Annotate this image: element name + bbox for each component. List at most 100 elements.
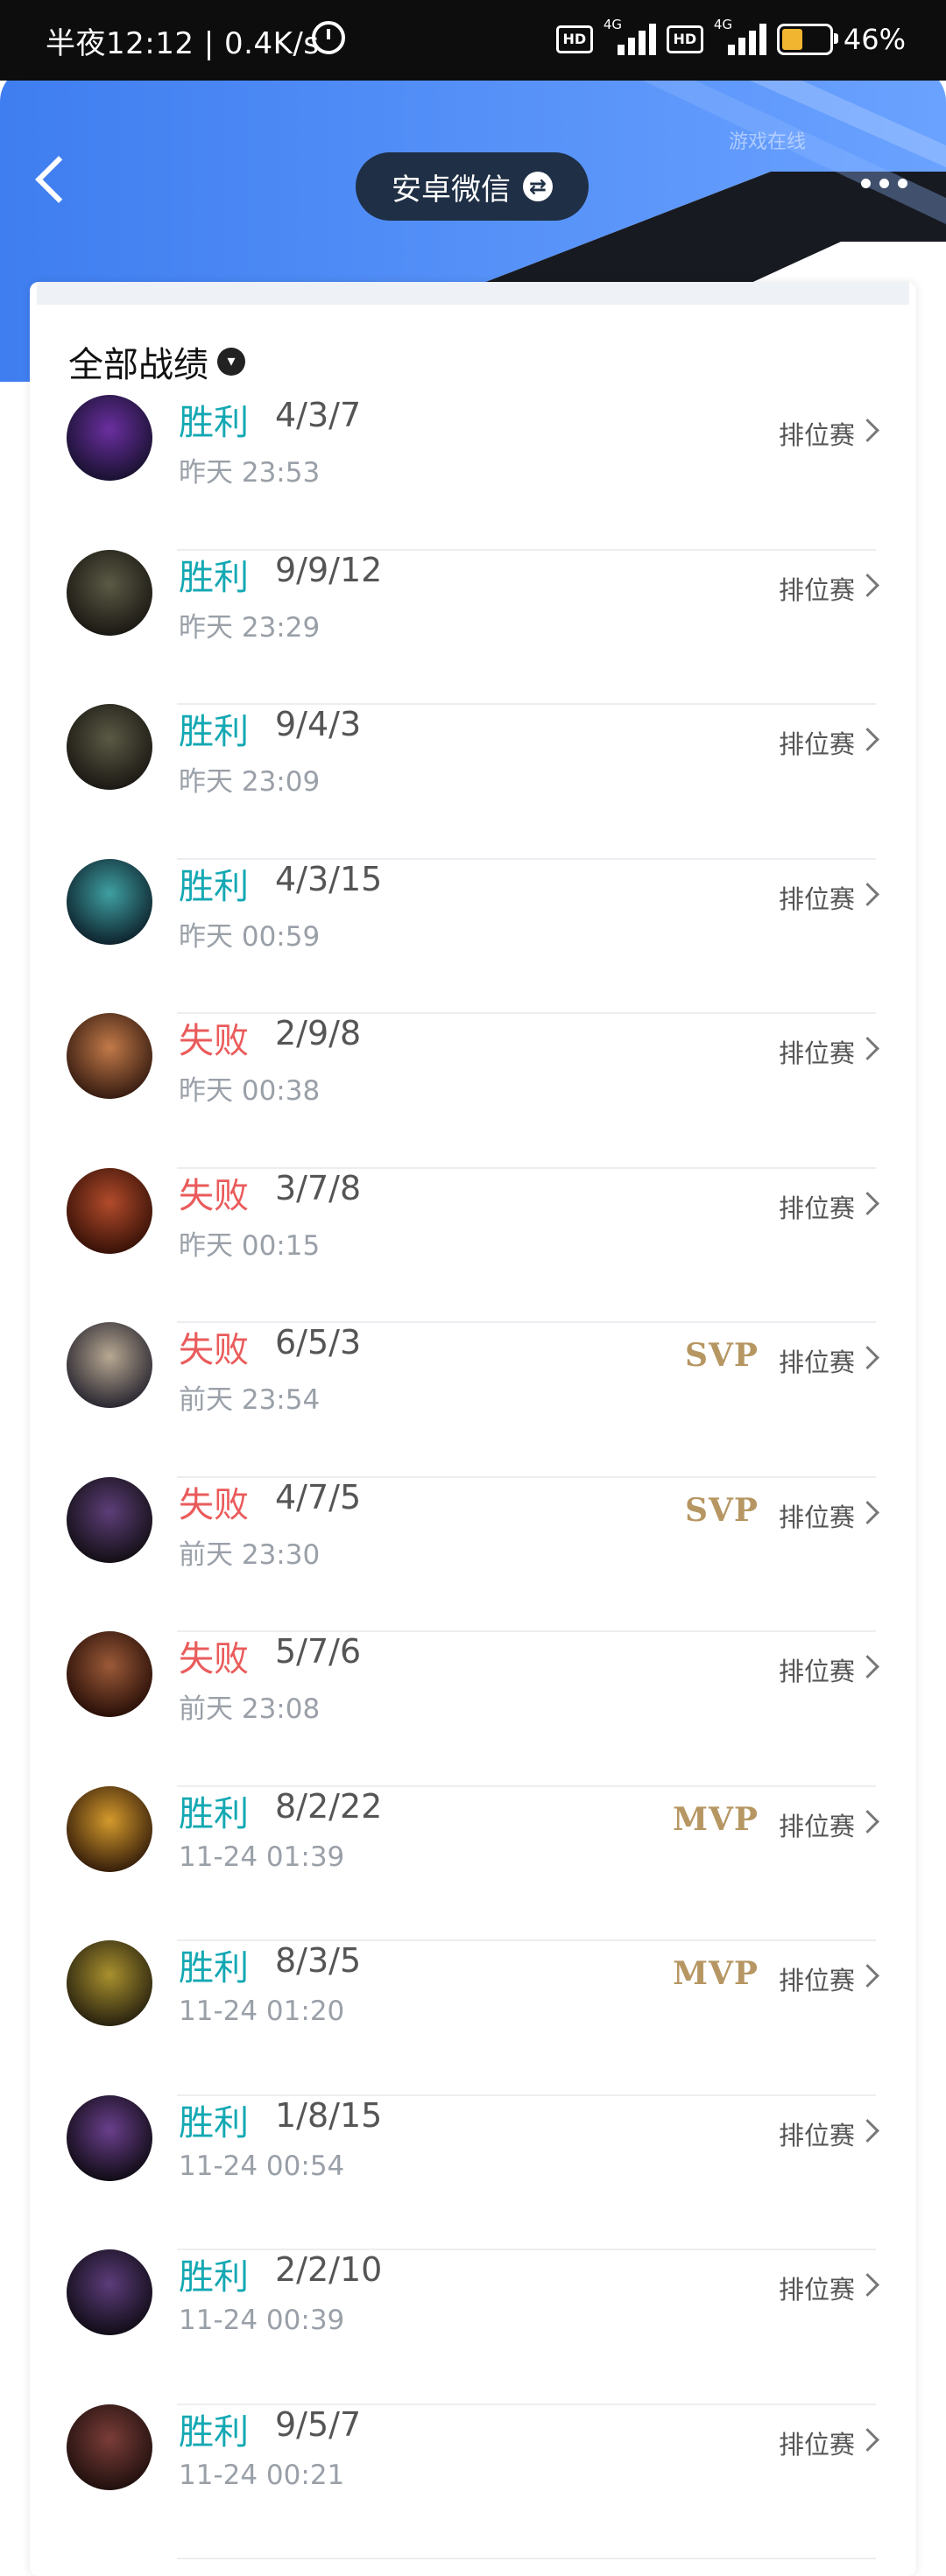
chevron-right-icon [856, 1191, 879, 1215]
match-time: 11-24 01:20 [179, 1995, 345, 2027]
match-result: 失败 [179, 1330, 249, 1370]
alarm-icon [312, 21, 345, 54]
match-row[interactable]: 胜利 9/9/12 昨天 23:29 排位赛 [30, 549, 916, 706]
account-label: 安卓微信 [392, 172, 511, 208]
hero-avatar [67, 1013, 152, 1099]
match-result: 胜利 [179, 712, 249, 752]
match-row[interactable]: 失败 5/7/6 前天 23:08 排位赛 [30, 1631, 916, 1787]
chevron-right-icon [856, 1346, 879, 1369]
match-result: 失败 [179, 1175, 249, 1216]
match-result: 胜利 [179, 557, 249, 598]
match-row[interactable]: 失败 4/7/5 前天 23:30 SVP 排位赛 [30, 1476, 916, 1633]
match-time: 11-24 01:39 [179, 1841, 345, 1873]
match-mode: 排位赛 [778, 1348, 855, 1377]
match-mode: 排位赛 [778, 2429, 855, 2460]
match-badge: MVP [673, 1800, 759, 1838]
match-kda: 4/3/7 [275, 396, 362, 434]
match-mode: 排位赛 [778, 2275, 855, 2305]
hero-avatar [67, 1167, 152, 1254]
match-row[interactable]: 胜利 8/3/5 11-24 01:20 MVP 排位赛 [30, 1940, 916, 2096]
hero-avatar [67, 1322, 152, 1408]
swap-icon: ⇄ [523, 172, 553, 201]
match-time: 前天 23:54 [179, 1384, 321, 1416]
chevron-right-icon [856, 1655, 879, 1679]
card-top-strip [37, 282, 909, 305]
match-kda: 5/7/6 [275, 1632, 362, 1671]
match-badge: SVP [685, 1337, 759, 1374]
chevron-right-icon [856, 1964, 879, 1988]
match-result: 胜利 [179, 2411, 249, 2453]
match-mode: 排位赛 [778, 420, 855, 450]
match-row[interactable]: 失败 2/9/8 昨天 00:38 排位赛 [30, 1013, 916, 1169]
match-mode: 排位赛 [778, 883, 855, 914]
match-kda: 2/9/8 [275, 1014, 362, 1052]
hero-avatar [67, 1631, 152, 1717]
filter-dropdown[interactable]: 全部战绩 ▾ [68, 336, 245, 387]
account-switcher[interactable]: 安卓微信 ⇄ [356, 152, 589, 221]
match-kda: 8/3/5 [275, 1941, 362, 1980]
hd-icon: HD [555, 25, 593, 53]
match-mode: 排位赛 [778, 2120, 855, 2150]
match-kda: 3/7/8 [275, 1168, 362, 1207]
match-time: 11-24 00:21 [179, 2459, 345, 2491]
match-row[interactable]: 胜利 1/8/15 11-24 00:54 排位赛 [30, 2094, 916, 2251]
match-row[interactable]: 胜利 8/2/22 11-24 01:39 MVP 排位赛 [30, 1785, 916, 1942]
match-row[interactable]: 失败 3/7/8 昨天 00:15 排位赛 [30, 1167, 916, 1324]
match-row[interactable]: 失败 6/5/3 前天 23:54 SVP 排位赛 [30, 1322, 916, 1478]
match-result: 失败 [179, 1021, 249, 1061]
match-mode: 排位赛 [778, 1811, 855, 1841]
match-time: 11-24 00:39 [179, 2305, 345, 2336]
match-time: 昨天 23:53 [179, 457, 321, 489]
match-result: 胜利 [179, 2257, 249, 2298]
hero-avatar [67, 2094, 152, 2181]
match-mode: 排位赛 [778, 1038, 855, 1068]
match-mode: 排位赛 [778, 1502, 855, 1532]
match-result: 胜利 [179, 1793, 249, 1834]
match-row[interactable]: 胜利 9/5/7 11-24 00:21 排位赛 [30, 2404, 916, 2560]
match-badge: SVP [685, 1491, 759, 1529]
match-history-card: 全部战绩 ▾ 胜利 4/3/7 昨天 23:53 排位赛 胜利 9/9/12 昨天 23:2… [30, 282, 916, 2576]
match-kda: 4/3/15 [275, 859, 383, 898]
match-row[interactable]: 胜利 4/3/15 昨天 00:59 排位赛 [30, 858, 916, 1015]
match-result: 失败 [179, 1484, 249, 1525]
match-result: 胜利 [179, 1948, 249, 1988]
match-kda: 2/2/10 [275, 2250, 383, 2289]
status-bar: 半夜12:12 | 0.4K/s HD 4G HD 4G 46% [0, 0, 946, 81]
match-result: 胜利 [179, 403, 249, 443]
match-time: 昨天 00:38 [179, 1075, 321, 1107]
match-row[interactable]: 胜利 2/2/10 11-24 00:39 排位赛 [30, 2249, 916, 2405]
match-mode: 排位赛 [778, 729, 855, 759]
match-kda: 6/5/3 [275, 1323, 362, 1362]
match-time: 昨天 23:29 [179, 611, 321, 644]
hero-avatar [67, 2249, 152, 2335]
match-kda: 9/9/12 [275, 550, 383, 589]
chevron-right-icon [856, 882, 879, 906]
hero-avatar [67, 1940, 152, 2026]
match-kda: 8/2/22 [275, 1786, 383, 1826]
match-mode: 排位赛 [778, 1657, 855, 1686]
match-kda: 9/4/3 [275, 705, 362, 743]
chevron-right-icon [856, 2427, 879, 2452]
match-time: 11-24 00:54 [179, 2150, 345, 2182]
more-button[interactable] [861, 179, 907, 188]
match-kda: 4/7/5 [275, 1477, 362, 1517]
match-result: 胜利 [179, 866, 249, 907]
chevron-right-icon [856, 2273, 879, 2297]
match-badge: MVP [673, 1955, 759, 1992]
match-time: 昨天 00:15 [179, 1229, 321, 1262]
chevron-right-icon [856, 1500, 879, 1524]
match-list: 胜利 4/3/7 昨天 23:53 排位赛 胜利 9/9/12 昨天 23:29 排位赛 胜利 9… [30, 395, 916, 2560]
match-time: 昨天 00:59 [179, 920, 321, 953]
hero-avatar [67, 1476, 152, 1563]
match-kda: 1/8/15 [275, 2095, 383, 2135]
match-result: 失败 [179, 1639, 249, 1679]
chevron-right-icon [856, 573, 879, 597]
signal-icon: 4G [714, 17, 766, 55]
match-row[interactable]: 胜利 4/3/7 昨天 23:53 排位赛 [30, 395, 916, 551]
signal-icon: 4G [604, 17, 656, 55]
hero-avatar [67, 858, 152, 945]
match-time: 昨天 23:09 [179, 766, 321, 798]
match-row[interactable]: 胜利 9/4/3 昨天 23:09 排位赛 [30, 704, 916, 860]
chevron-right-icon [856, 1037, 879, 1060]
hero-avatar [67, 549, 152, 636]
